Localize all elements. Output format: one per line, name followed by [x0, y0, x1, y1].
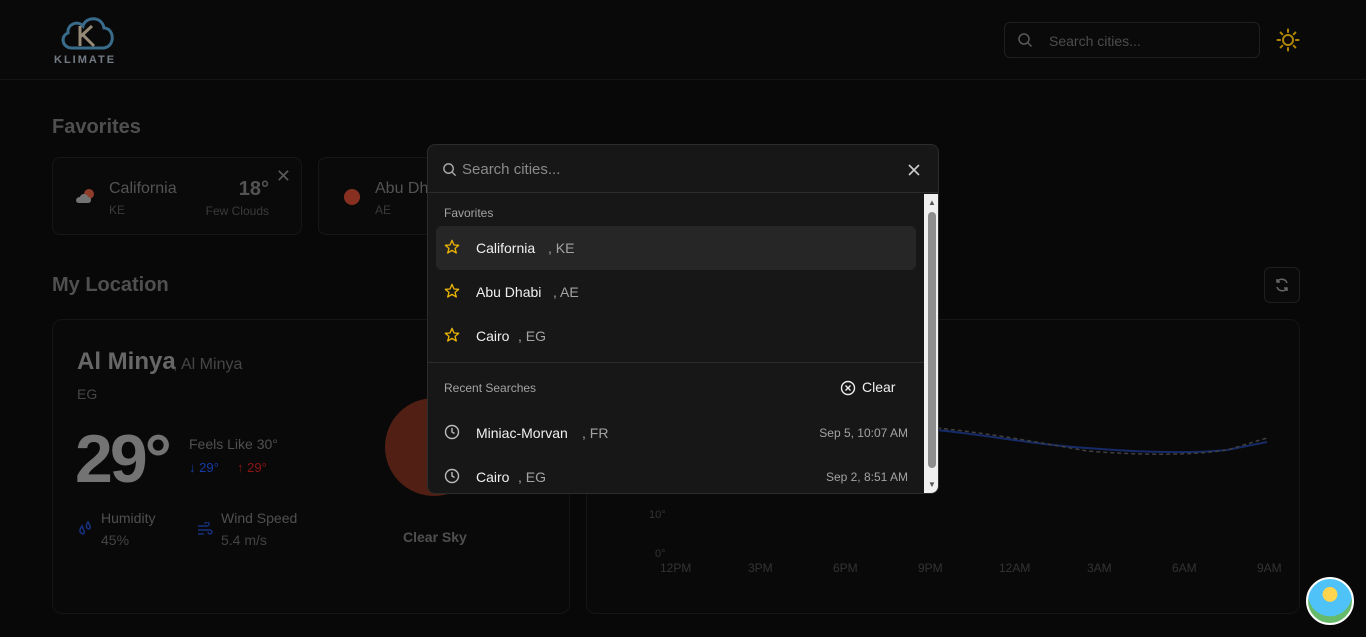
item-timestamp: Sep 2, 8:51 AM: [825, 470, 908, 484]
item-country: , EG: [518, 469, 547, 485]
clock-icon: [444, 468, 460, 484]
clear-label: Clear: [862, 379, 896, 395]
recent-item-cairo[interactable]: Cairo , EG Sep 2, 8:51 AM: [436, 455, 916, 493]
favorite-item-cairo[interactable]: Cairo , EG: [436, 314, 916, 358]
favorites-group-heading: Favorites: [444, 206, 494, 220]
floating-avatar-icon[interactable]: [1306, 577, 1354, 625]
star-icon: [444, 327, 460, 342]
scroll-down-arrow-icon[interactable]: ▼: [928, 480, 936, 489]
favorite-item-abu-dhabi[interactable]: Abu Dhabi , AE: [436, 270, 916, 314]
dialog-results-list: Favorites California , KE Abu Dhabi , AE…: [428, 194, 924, 493]
search-icon: [443, 163, 457, 177]
favorite-item-california[interactable]: California , KE: [436, 226, 916, 270]
dialog-search-row: [428, 145, 938, 193]
recent-item-miniac-morvan[interactable]: Miniac-Morvan , FR Sep 5, 10:07 AM: [436, 411, 916, 455]
star-icon: [444, 283, 460, 298]
item-country: , AE: [553, 284, 579, 300]
clock-icon: [444, 424, 460, 440]
scrollbar-thumb[interactable]: [928, 212, 936, 468]
item-country: , FR: [582, 425, 609, 441]
dialog-search-input[interactable]: [462, 157, 892, 181]
item-city-name: Cairo: [476, 328, 510, 344]
item-timestamp: Sep 5, 10:07 AM: [819, 426, 908, 440]
item-city-name: California: [476, 240, 536, 256]
recent-group-heading: Recent Searches: [444, 381, 537, 395]
circle-x-icon: [840, 380, 856, 396]
clear-recent-button[interactable]: Clear: [838, 377, 904, 399]
city-search-dialog: Favorites California , KE Abu Dhabi , AE…: [427, 144, 939, 494]
group-divider: [428, 362, 924, 363]
item-country: , KE: [548, 240, 575, 256]
scroll-up-arrow-icon[interactable]: ▲: [928, 198, 936, 207]
dialog-scrollbar[interactable]: ▲ ▼: [924, 194, 938, 493]
close-icon[interactable]: [908, 164, 920, 176]
star-icon: [444, 239, 460, 254]
item-city-name: Miniac-Morvan: [476, 425, 568, 441]
item-city-name: Cairo: [476, 469, 510, 485]
item-country: , EG: [518, 328, 547, 344]
item-city-name: Abu Dhabi: [476, 284, 542, 300]
